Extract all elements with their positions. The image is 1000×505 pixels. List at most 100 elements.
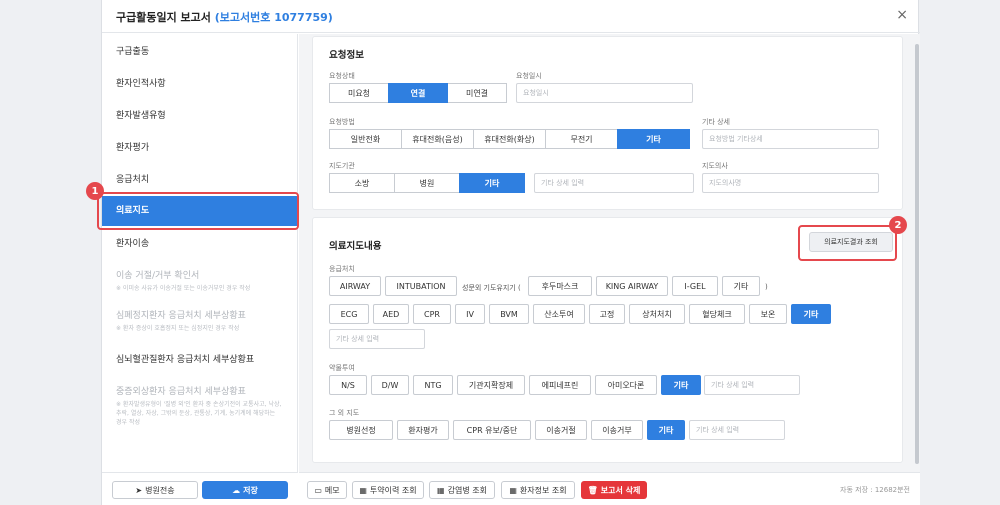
aid-chip[interactable]: 혈당체크 bbox=[689, 304, 745, 324]
patient-info-button[interactable]: ▦ 환자정보 조회 bbox=[501, 481, 575, 499]
sidebar: 구급출동 환자인적사항 환자발생유형 환자평가 응급처치 의료지도 환자이송 이… bbox=[102, 34, 298, 505]
sga-prefix: 성문외 기도유지기 ( bbox=[462, 284, 521, 292]
drug-chip[interactable]: 기타 bbox=[661, 375, 701, 395]
memo-button[interactable]: ▭ 메모 bbox=[307, 481, 347, 499]
section-title: 의료지도내용 bbox=[329, 241, 382, 252]
aid-chip[interactable]: 산소투여 bbox=[533, 304, 585, 324]
calendar-icon: ▦ bbox=[509, 485, 517, 495]
report-title: 구급활동일지 보고서 bbox=[116, 11, 211, 24]
method-segment: 일반전화 휴대전화(음성) 휴대전화(화상) 무전기 기타 bbox=[329, 129, 690, 149]
aid-chip[interactable]: 기타 bbox=[791, 304, 831, 324]
other-detail-input[interactable]: 기타 상세 입력 bbox=[689, 420, 785, 440]
hospital-transfer-button[interactable]: ➤ 병원전송 bbox=[112, 481, 198, 499]
sidebar-item-severe-trauma: 중증외상환자 응급처치 세부상황표 ※ 환자발생유형이 '질병 외'인 환자 중 … bbox=[116, 387, 282, 426]
aid-chip[interactable]: AIRWAY bbox=[329, 276, 381, 296]
save-button[interactable]: ☁ 저장 bbox=[202, 481, 288, 499]
drug-chip[interactable]: 에피네프린 bbox=[529, 375, 591, 395]
highlight-box bbox=[97, 192, 299, 230]
other-chip[interactable]: 기타 bbox=[647, 420, 685, 440]
aid-chip[interactable]: I-GEL bbox=[672, 276, 718, 296]
drug-chip[interactable]: D/W bbox=[371, 375, 409, 395]
drug-chip[interactable]: N/S bbox=[329, 375, 367, 395]
aid-detail-input[interactable]: 기타 상세 입력 bbox=[329, 329, 425, 349]
sidebar-item-assessment[interactable]: 환자평가 bbox=[102, 134, 298, 162]
main-footer: ▭ 메모 ▦ 투약이력 조회 ▦ 감염병 조회 ▦ 환자정보 조회 🗑 보고서 삭제 자동… bbox=[299, 472, 920, 505]
close-icon[interactable]: × bbox=[896, 7, 908, 23]
aid-chip[interactable]: AED bbox=[373, 304, 409, 324]
datetime-label: 요청일시 bbox=[516, 72, 542, 80]
scrollbar-thumb[interactable] bbox=[915, 44, 919, 464]
drug-detail-input[interactable]: 기타 상세 입력 bbox=[704, 375, 800, 395]
org-segment: 소방 병원 기타 bbox=[329, 173, 525, 193]
other-guidance-label: 그 외 지도 bbox=[329, 409, 360, 417]
aid-chip[interactable]: 고정 bbox=[589, 304, 625, 324]
drug-chip[interactable]: 기관지확장제 bbox=[457, 375, 525, 395]
aid-chip[interactable]: ECG bbox=[329, 304, 369, 324]
memo-icon: ▭ bbox=[314, 485, 322, 495]
org-option[interactable]: 기타 bbox=[459, 173, 525, 193]
report-number: (보고서번호 1077759) bbox=[214, 11, 333, 24]
org-label: 지도기관 bbox=[329, 162, 355, 170]
aid-chip[interactable]: 보온 bbox=[749, 304, 787, 324]
sidebar-item-occurrence-type[interactable]: 환자발생유형 bbox=[102, 102, 298, 130]
section-title: 요청정보 bbox=[329, 50, 364, 61]
sidebar-item-cerebrovascular[interactable]: 심뇌혈관질환자 응급처치 세부상황표 bbox=[102, 352, 298, 365]
trash-icon: 🗑 bbox=[587, 485, 598, 495]
status-option[interactable]: 연결 bbox=[388, 83, 448, 103]
aid-chip[interactable]: 기타 bbox=[722, 276, 760, 296]
method-detail-input[interactable]: 요청방법 기타상세 bbox=[702, 129, 879, 149]
highlight-box bbox=[798, 225, 897, 261]
aid-chip[interactable]: INTUBATION bbox=[385, 276, 457, 296]
aid-chip[interactable]: BVM bbox=[489, 304, 529, 324]
other-detail-label: 기타 상세 bbox=[702, 118, 730, 126]
aid-label: 응급처치 bbox=[329, 265, 355, 273]
org-option[interactable]: 병원 bbox=[394, 173, 460, 193]
cloud-upload-icon: ☁ bbox=[232, 485, 241, 495]
method-option[interactable]: 기타 bbox=[617, 129, 690, 149]
scrollbar[interactable] bbox=[915, 40, 919, 470]
sidebar-item-first-aid[interactable]: 응급처치 bbox=[102, 166, 298, 194]
other-chip[interactable]: CPR 유보/중단 bbox=[453, 420, 531, 440]
method-label: 요청방법 bbox=[329, 118, 355, 126]
delete-report-button[interactable]: 🗑 보고서 삭제 bbox=[581, 481, 647, 499]
report-modal: 구급활동일지 보고서 (보고서번호 1077759) × 구급출동 환자인적사항… bbox=[101, 0, 920, 505]
drug-chip[interactable]: 아미오다론 bbox=[595, 375, 657, 395]
sidebar-footer: ➤ 병원전송 ☁ 저장 bbox=[102, 472, 298, 505]
method-option[interactable]: 일반전화 bbox=[329, 129, 402, 149]
doctor-input[interactable]: 지도의사명 bbox=[702, 173, 879, 193]
drug-chip[interactable]: NTG bbox=[413, 375, 453, 395]
autosave-status: 자동 저장 : 12682분전 bbox=[840, 486, 910, 494]
sidebar-item-refusal: 이송 거절/거부 확인서 ※ 이미송 사유가 이송거절 또는 이송거부인 경우 작… bbox=[116, 271, 251, 292]
aid-chip[interactable]: 후두마스크 bbox=[528, 276, 592, 296]
other-chip[interactable]: 병원선정 bbox=[329, 420, 393, 440]
org-detail-input[interactable]: 기타 상세 입력 bbox=[534, 173, 694, 193]
sidebar-item-cardiac-arrest: 심폐정지환자 응급처치 세부상황표 ※ 환자 증상이 호흡정지 또는 심정지인 경… bbox=[116, 311, 246, 332]
status-option[interactable]: 미연결 bbox=[447, 83, 507, 103]
aid-chip[interactable]: CPR bbox=[413, 304, 451, 324]
datetime-input[interactable]: 요청일시 bbox=[516, 83, 693, 103]
method-option[interactable]: 무전기 bbox=[545, 129, 618, 149]
calendar-icon: ▦ bbox=[359, 485, 367, 495]
org-option[interactable]: 소방 bbox=[329, 173, 395, 193]
method-option[interactable]: 휴대전화(화상) bbox=[473, 129, 546, 149]
sidebar-item-transport[interactable]: 환자이송 bbox=[102, 230, 298, 258]
aid-chip[interactable]: 상처처치 bbox=[629, 304, 685, 324]
other-chip[interactable]: 환자평가 bbox=[397, 420, 449, 440]
method-option[interactable]: 휴대전화(음성) bbox=[401, 129, 474, 149]
sga-suffix: ) bbox=[765, 283, 768, 291]
step-marker: 2 bbox=[889, 216, 907, 234]
infection-lookup-button[interactable]: ▦ 감염병 조회 bbox=[429, 481, 495, 499]
sidebar-item-patient-info[interactable]: 환자인적사항 bbox=[102, 70, 298, 98]
medication-history-button[interactable]: ▦ 투약이력 조회 bbox=[352, 481, 424, 499]
modal-header: 구급활동일지 보고서 (보고서번호 1077759) × bbox=[102, 0, 920, 33]
other-chip[interactable]: 이송거부 bbox=[591, 420, 643, 440]
send-icon: ➤ bbox=[135, 485, 143, 495]
other-chip[interactable]: 이송거절 bbox=[535, 420, 587, 440]
sidebar-item-dispatch[interactable]: 구급출동 bbox=[102, 38, 298, 66]
status-label: 요청상태 bbox=[329, 72, 355, 80]
calendar-icon: ▦ bbox=[437, 485, 445, 495]
aid-chip[interactable]: KING AIRWAY bbox=[596, 276, 668, 296]
aid-chip[interactable]: IV bbox=[455, 304, 485, 324]
status-option[interactable]: 미요청 bbox=[329, 83, 389, 103]
status-segment: 미요청 연결 미연결 bbox=[329, 83, 507, 103]
